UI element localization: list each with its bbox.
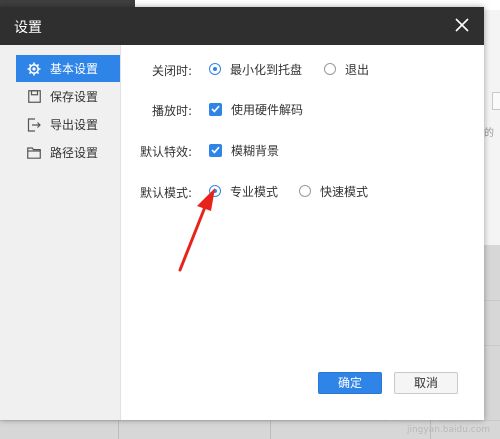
radio-minimize-to-tray[interactable]: 最小化到托盘 [209,58,302,80]
radio-label: 专业模式 [230,184,279,199]
annotation-arrow [178,188,215,272]
radio-unselected-icon [299,185,311,197]
radio-selected-icon [209,63,221,75]
sidebar-item-path[interactable]: 路径设置 [16,139,120,166]
folder-icon [26,145,42,161]
ok-button[interactable]: 确定 [318,372,382,394]
background-divider [118,420,119,439]
radio-fast-mode[interactable]: 快速模式 [299,180,368,202]
radio-label: 最小化到托盘 [230,62,303,77]
close-button[interactable] [450,13,474,37]
checkbox-label: 使用硬件解码 [231,102,304,117]
dialog-titlebar: 设置 [0,7,484,45]
sidebar-item-save[interactable]: 保存设置 [16,83,120,110]
settings-sidebar: 基本设置 保存设置 导出设置 路径设置 [0,45,121,420]
playback-row: 播放时: 使用硬件解码 [120,98,484,120]
radio-exit[interactable]: 退出 [324,58,369,80]
save-icon [26,89,42,105]
dialog-title: 设置 [14,20,42,36]
sidebar-item-label: 路径设置 [50,146,99,160]
checkbox-checked-icon [209,102,222,116]
sidebar-item-export[interactable]: 导出设置 [16,111,120,138]
checkbox-hardware-decoding[interactable]: 使用硬件解码 [209,98,303,120]
close-behavior-label: 关闭时: [151,64,192,78]
background-app-button [492,92,500,110]
close-icon [455,18,469,32]
watermark-text: jingyan.baidu.com [406,425,490,435]
background-divider [270,420,271,439]
radio-label: 退出 [345,62,370,77]
export-icon [26,117,42,133]
gear-icon [26,61,42,77]
cancel-button[interactable]: 取消 [394,372,458,394]
sidebar-item-label: 基本设置 [50,62,99,76]
default-effect-row: 默认特效: 模糊背景 [120,139,484,161]
radio-unselected-icon [324,63,336,75]
default-effect-label: 默认特效: [139,145,192,159]
playback-label: 播放时: [151,104,192,118]
checkbox-checked-icon [209,143,222,157]
sidebar-item-label: 导出设置 [50,118,99,132]
close-behavior-row: 关闭时: 最小化到托盘 退出 [120,58,484,80]
checkbox-blur-background[interactable]: 模糊背景 [209,139,279,161]
sidebar-item-basic[interactable]: 基本设置 [16,55,120,82]
settings-dialog: 设置 基本设置 保存设置 导出设置 路径设置 关闭时: 最小化到托盘 退出 播放… [0,7,484,420]
radio-label: 快速模式 [320,184,369,199]
checkbox-label: 模糊背景 [231,143,280,158]
sidebar-item-label: 保存设置 [50,90,99,104]
